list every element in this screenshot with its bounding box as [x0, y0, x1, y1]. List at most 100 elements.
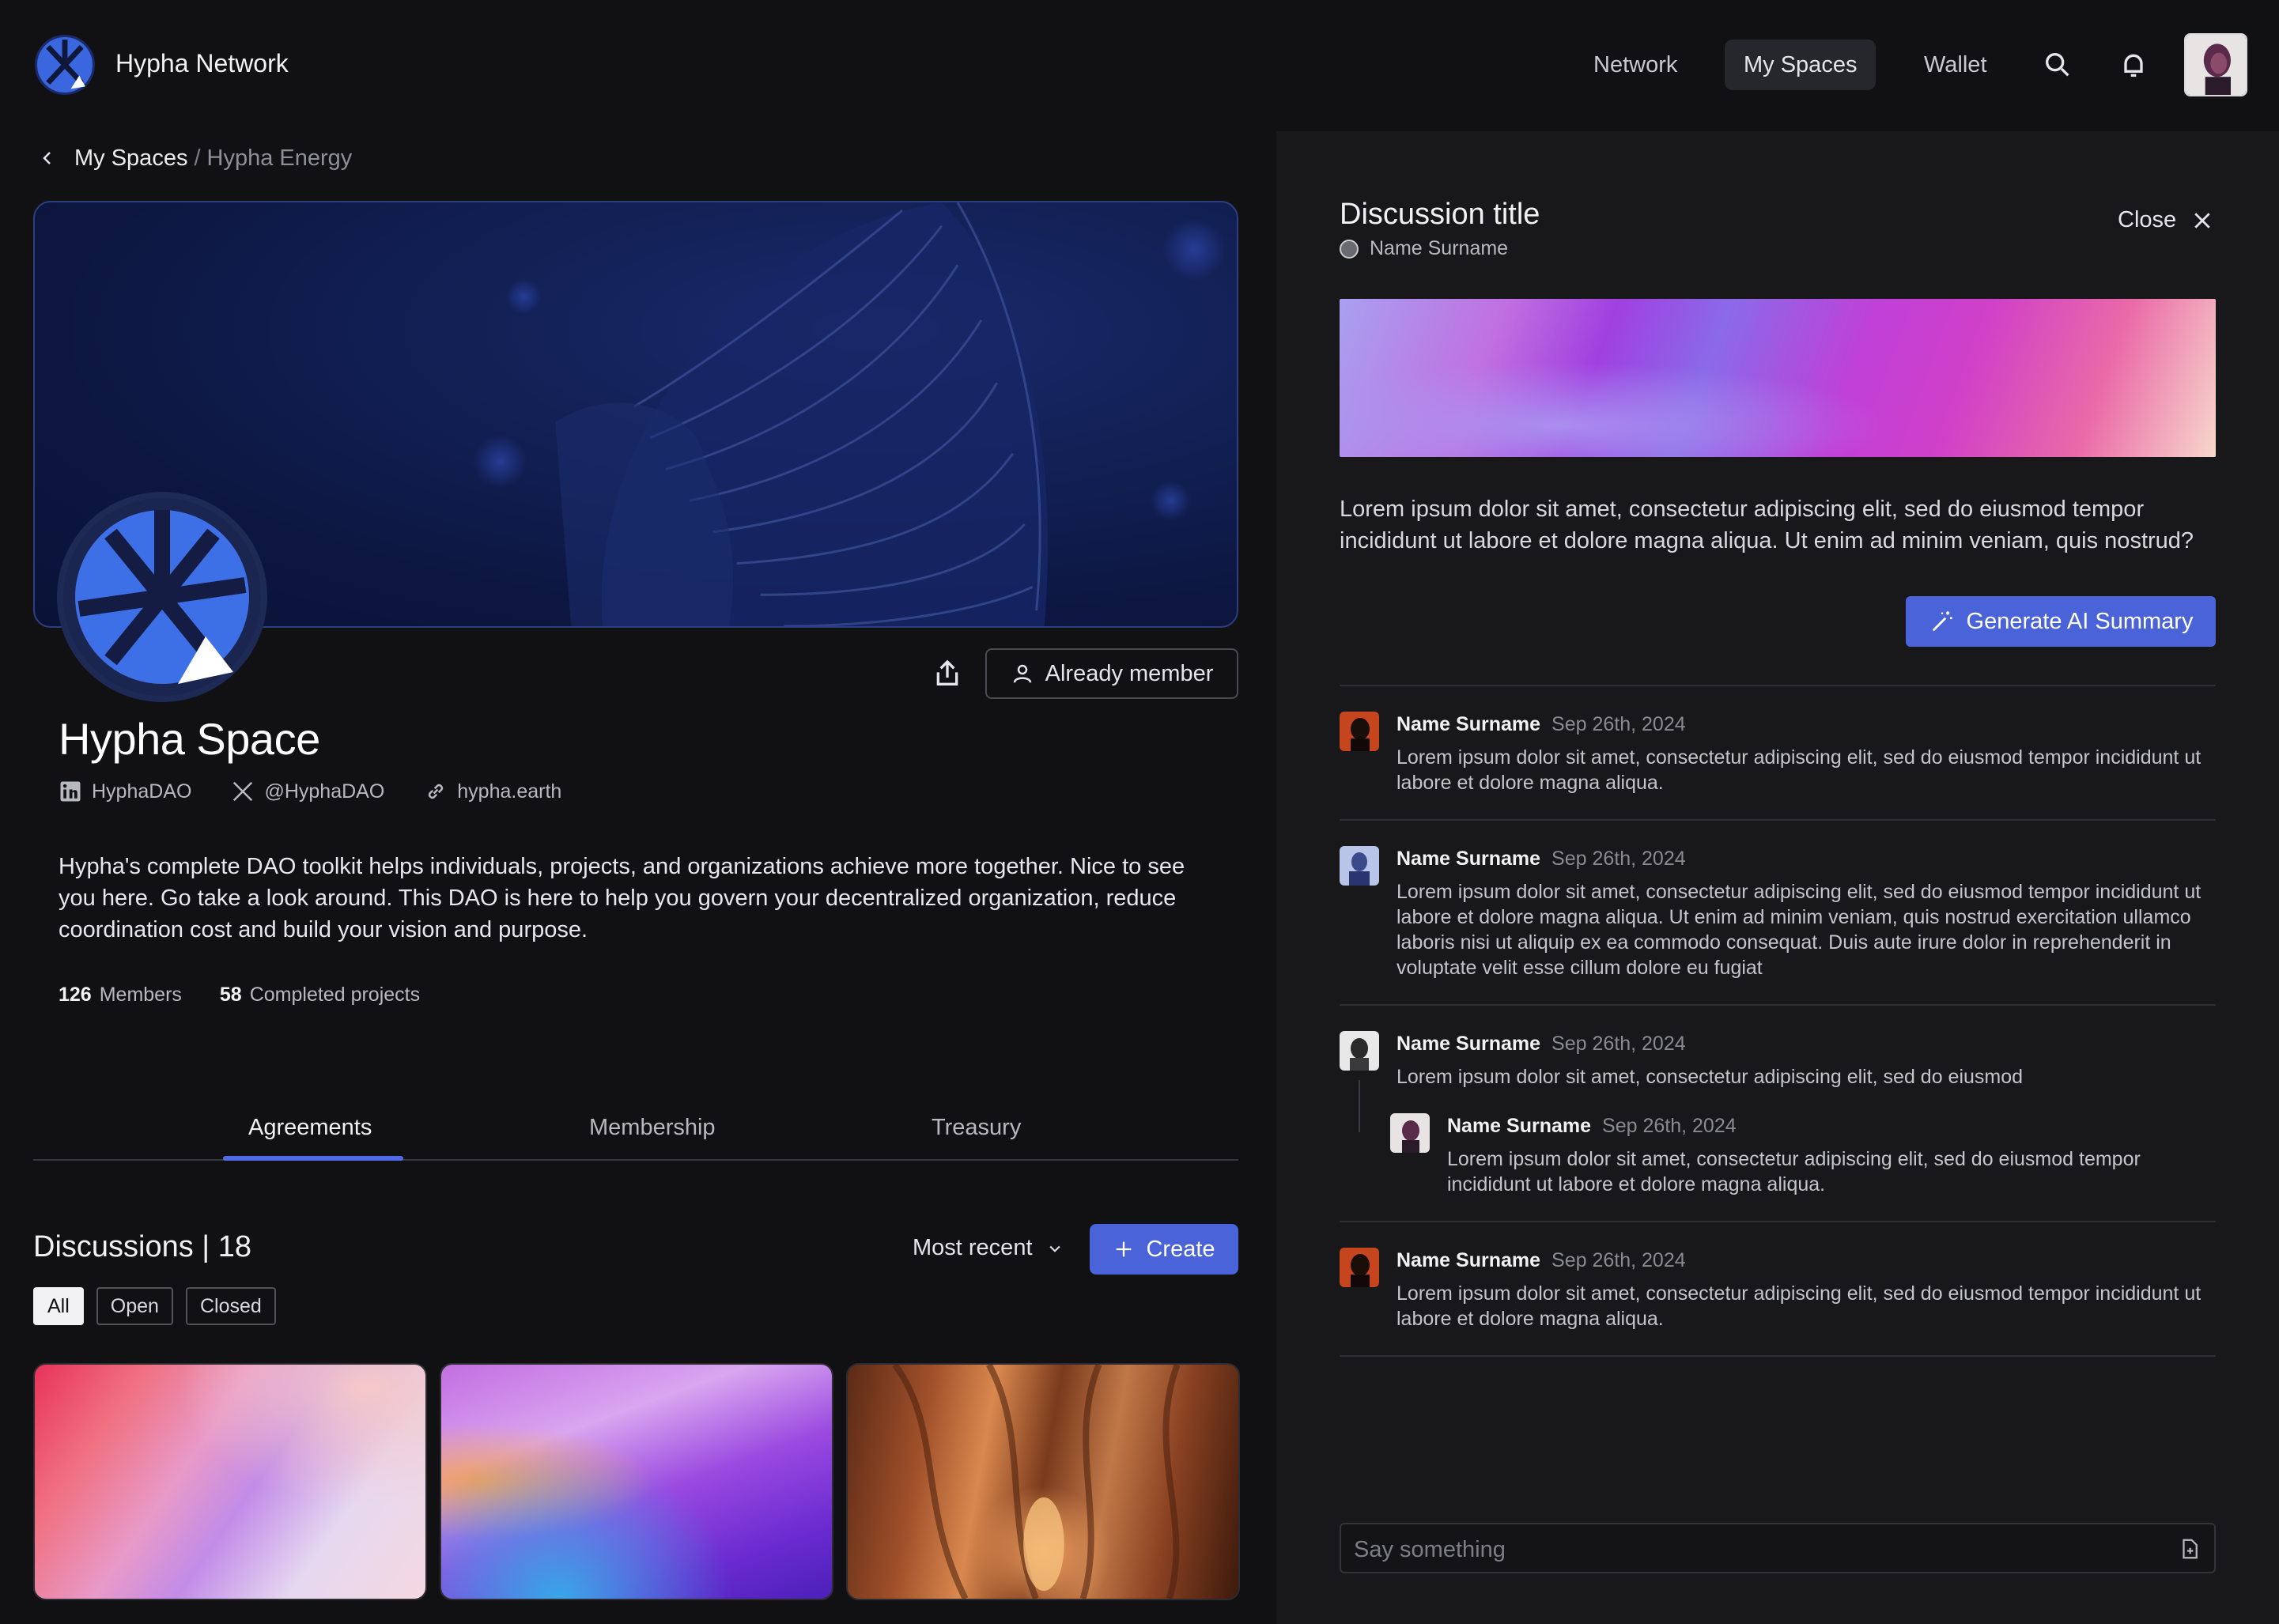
comment-date: Sep 26th, 2024 — [1602, 1115, 1737, 1137]
comment: Name Surname Sep 26th, 2024 Lorem ipsum … — [1340, 712, 2216, 799]
discussions-heading: Discussions | 18 — [33, 1230, 251, 1263]
comment: Name Surname Sep 26th, 2024 Lorem ipsum … — [1340, 1031, 2216, 1221]
close-label: Close — [2118, 207, 2177, 232]
projects-label: Completed projects — [249, 984, 421, 1006]
discussion-card[interactable] — [33, 1363, 427, 1600]
divider — [1340, 685, 2216, 686]
comment-author[interactable]: Name Surname — [1397, 1249, 1540, 1272]
sort-dropdown[interactable]: Most recent — [913, 1235, 1063, 1261]
projects-stat: 58 Completed projects — [220, 984, 420, 1007]
x-icon — [231, 780, 255, 803]
hypha-logo-icon[interactable] — [35, 35, 95, 95]
discussion-card[interactable] — [440, 1363, 833, 1600]
members-label: Members — [99, 984, 182, 1006]
social-website[interactable]: hypha.earth — [424, 780, 561, 803]
already-member-button[interactable]: Already member — [985, 648, 1238, 699]
search-icon[interactable] — [2042, 49, 2073, 81]
divider — [1340, 1355, 2216, 1357]
tab-treasury[interactable]: Treasury — [932, 1115, 1021, 1141]
space-tabs: Agreements Membership Treasury — [33, 1104, 1238, 1161]
discussion-body: Lorem ipsum dolor sit amet, consectetur … — [1340, 497, 2194, 553]
comment-header: Name Surname Sep 26th, 2024 — [1447, 1115, 1737, 1138]
social-x[interactable]: @HyphaDAO — [231, 780, 384, 803]
comment-header: Name Surname Sep 26th, 2024 — [1397, 1033, 1686, 1056]
divider — [1340, 1221, 2216, 1222]
comment: Name Surname Sep 26th, 2024 Lorem ipsum … — [1340, 1248, 2216, 1335]
filter-closed[interactable]: Closed — [185, 1287, 276, 1325]
nav-network[interactable]: Network — [1574, 40, 1696, 90]
comment-date: Sep 26th, 2024 — [1551, 848, 1686, 870]
space-description: Hypha's complete DAO toolkit helps indiv… — [59, 854, 1185, 942]
tab-agreements[interactable]: Agreements — [248, 1115, 372, 1141]
create-button[interactable]: Create — [1090, 1224, 1238, 1275]
comment-text: Lorem ipsum dolor sit amet, consectetur … — [1397, 881, 2202, 979]
magic-wand-icon — [1929, 608, 1956, 635]
tab-membership[interactable]: Membership — [589, 1115, 716, 1141]
create-label: Create — [1146, 1236, 1215, 1262]
link-icon — [424, 780, 448, 803]
avatar — [1340, 712, 1379, 751]
generate-ai-summary-button[interactable]: Generate AI Summary — [1906, 596, 2216, 647]
social-x-label: @HyphaDAO — [264, 780, 385, 803]
sort-label: Most recent — [913, 1235, 1033, 1260]
comment-date: Sep 26th, 2024 — [1551, 713, 1686, 735]
avatar — [1390, 1113, 1430, 1153]
social-links: HyphaDAO @HyphaDAO hypha.earth — [59, 780, 561, 803]
comment-input[interactable]: Say something — [1340, 1523, 2216, 1573]
brand-name[interactable]: Hypha Network — [115, 49, 289, 78]
top-navigation: Hypha Network Network My Spaces Wallet — [0, 0, 2279, 131]
discussion-card[interactable] — [846, 1363, 1240, 1600]
comment-author[interactable]: Name Surname — [1447, 1115, 1591, 1138]
comment-reply: Name Surname Sep 26th, 2024 Lorem ipsum … — [1390, 1113, 2216, 1208]
chevron-down-icon — [1047, 1241, 1063, 1256]
discussion-filters: All Open Closed — [33, 1287, 276, 1325]
author-avatar — [1340, 239, 1359, 259]
avatar — [1340, 1031, 1379, 1071]
close-button[interactable]: Close — [2118, 207, 2214, 233]
breadcrumb: My Spaces / Hypha Energy — [38, 142, 352, 174]
nav-my-spaces[interactable]: My Spaces — [1725, 40, 1876, 90]
projects-count: 58 — [219, 984, 242, 1006]
bell-icon[interactable] — [2118, 49, 2149, 81]
attach-file-icon[interactable] — [2178, 1537, 2202, 1561]
avatar[interactable] — [2184, 33, 2247, 96]
filter-all[interactable]: All — [33, 1287, 84, 1325]
already-member-label: Already member — [1045, 660, 1214, 686]
comment-text: Lorem ipsum dolor sit amet, consectetur … — [1397, 1066, 2024, 1088]
discussion-banner-image — [1340, 299, 2216, 457]
comment-text: Lorem ipsum dolor sit amet, consectetur … — [1397, 746, 2202, 794]
space-stats: 126 Members 58 Completed projects — [59, 984, 420, 1007]
linkedin-icon — [59, 780, 82, 803]
breadcrumb-parent[interactable]: My Spaces — [74, 145, 187, 172]
discussion-title: Discussion title — [1340, 198, 1540, 231]
comment-author[interactable]: Name Surname — [1397, 713, 1540, 736]
comment-text: Lorem ipsum dolor sit amet, consectetur … — [1447, 1148, 2141, 1195]
share-icon[interactable] — [932, 658, 963, 689]
ai-summary-label: Generate AI Summary — [1966, 608, 2194, 634]
comment-author[interactable]: Name Surname — [1397, 1033, 1540, 1056]
members-count: 126 — [59, 984, 92, 1006]
avatar — [1340, 1248, 1379, 1287]
comment-author[interactable]: Name Surname — [1397, 848, 1540, 871]
comment-date: Sep 26th, 2024 — [1551, 1033, 1686, 1055]
divider — [1340, 819, 2216, 821]
plus-icon — [1113, 1238, 1135, 1260]
filter-open[interactable]: Open — [96, 1287, 173, 1325]
comment-header: Name Surname Sep 26th, 2024 — [1397, 1249, 1686, 1272]
chevron-left-icon[interactable] — [38, 149, 57, 168]
author-name: Name Surname — [1370, 237, 1509, 259]
breadcrumb-separator: / — [194, 145, 201, 171]
discussion-panel: Discussion title Name Surname Close Lore… — [1276, 131, 2279, 1624]
nav-wallet[interactable]: Wallet — [1905, 40, 2006, 90]
members-stat: 126 Members — [59, 984, 182, 1007]
social-linkedin-label: HyphaDAO — [92, 780, 192, 803]
thread-line — [1359, 1080, 1360, 1132]
space-logo-icon — [57, 492, 267, 702]
active-tab-indicator — [223, 1156, 403, 1161]
discussion-author: Name Surname — [1340, 237, 1508, 260]
social-linkedin[interactable]: HyphaDAO — [59, 780, 191, 803]
comment-date: Sep 26th, 2024 — [1551, 1249, 1686, 1271]
user-icon — [1011, 662, 1034, 685]
comment-header: Name Surname Sep 26th, 2024 — [1397, 713, 1686, 736]
comment-input-placeholder: Say something — [1354, 1537, 1506, 1562]
